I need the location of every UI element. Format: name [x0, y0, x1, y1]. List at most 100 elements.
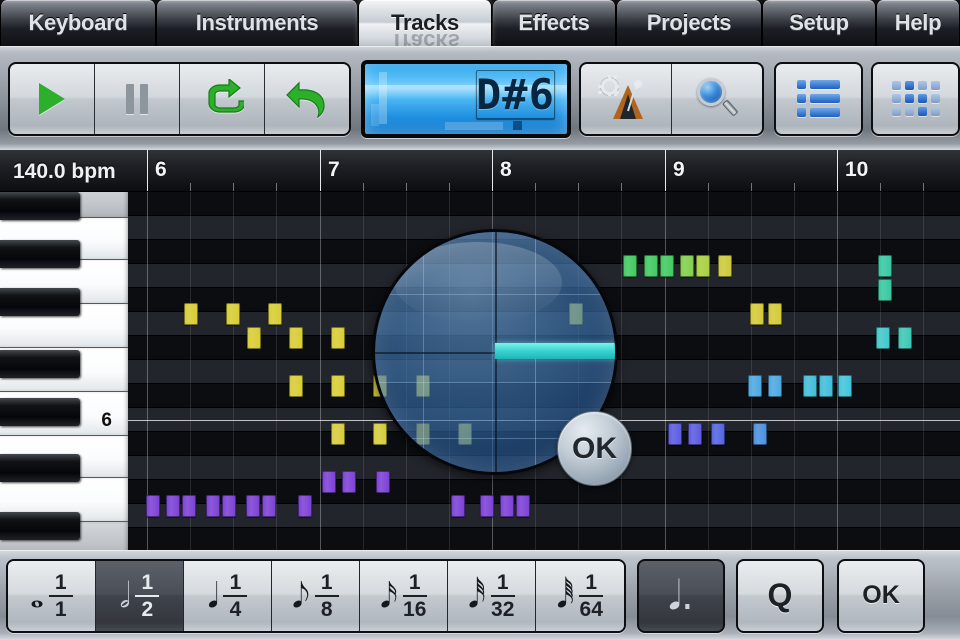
midi-note[interactable]	[660, 255, 674, 277]
midi-note[interactable]	[748, 375, 762, 397]
midi-note[interactable]	[246, 495, 260, 517]
tab-help[interactable]: Help	[876, 0, 960, 46]
midi-note[interactable]	[289, 327, 303, 349]
midi-note[interactable]	[451, 495, 465, 517]
bar-line	[837, 150, 838, 192]
tab-instruments[interactable]: Instruments	[156, 0, 358, 46]
midi-note[interactable]	[247, 327, 261, 349]
fraction-bar	[402, 594, 427, 597]
duration-1-8[interactable]: 𝅘𝅥𝅮 1 8	[272, 560, 360, 631]
tab-projects[interactable]: Projects	[616, 0, 762, 46]
grid-row[interactable]	[128, 216, 960, 240]
midi-note[interactable]	[262, 495, 276, 517]
new-note-preview[interactable]	[495, 343, 615, 359]
midi-note[interactable]	[876, 327, 890, 349]
grid-row[interactable]	[128, 192, 960, 216]
midi-note[interactable]	[342, 471, 356, 493]
duration-1-1[interactable]: 𝅝 1 1	[8, 560, 96, 631]
note-display[interactable]: D#6	[361, 59, 571, 138]
midi-note[interactable]	[750, 303, 764, 325]
bar-line	[492, 150, 493, 192]
midi-note[interactable]	[623, 255, 637, 277]
midi-note[interactable]	[718, 255, 732, 277]
quantize-button[interactable]: Q	[736, 558, 824, 633]
midi-note[interactable]	[753, 423, 767, 445]
tab-tracks[interactable]: Tracks Tracks	[358, 0, 492, 46]
midi-note[interactable]	[206, 495, 220, 517]
midi-note[interactable]	[516, 495, 530, 517]
midi-note[interactable]	[331, 327, 345, 349]
duration-1-64[interactable]: 𝅘𝅥𝅱 1 64	[536, 560, 624, 631]
tab-label: Tracks	[391, 10, 459, 35]
loop-button[interactable]	[179, 63, 265, 134]
duration-fraction: 14	[223, 572, 248, 621]
duration-fraction: 11	[48, 572, 73, 620]
midi-note[interactable]	[768, 375, 782, 397]
zoom-button[interactable]	[671, 63, 763, 134]
timeline-ruler[interactable]: 140.0 bpm 6 7 8 9 10	[0, 150, 960, 192]
midi-note[interactable]	[480, 495, 494, 517]
undo-button[interactable]	[264, 63, 350, 134]
midi-note[interactable]	[146, 495, 160, 517]
play-button[interactable]	[9, 63, 95, 134]
grid-vertical-line	[751, 192, 752, 550]
midi-note[interactable]	[680, 255, 694, 277]
midi-note[interactable]	[322, 471, 336, 493]
midi-note[interactable]	[182, 495, 196, 517]
duration-fraction: 1 16	[402, 572, 427, 620]
piano-black-key[interactable]	[0, 350, 80, 378]
midi-note[interactable]	[668, 423, 682, 445]
metronome-settings-button[interactable]	[580, 63, 672, 134]
midi-note[interactable]	[768, 303, 782, 325]
midi-note[interactable]	[819, 375, 833, 397]
midi-note[interactable]	[373, 423, 387, 445]
fraction-numerator: 1	[496, 570, 509, 594]
midi-note[interactable]	[644, 255, 658, 277]
piano-black-key[interactable]	[0, 192, 80, 220]
midi-note[interactable]	[500, 495, 514, 517]
midi-note[interactable]	[331, 423, 345, 445]
midi-note[interactable]	[838, 375, 852, 397]
midi-note[interactable]	[376, 471, 390, 493]
midi-note[interactable]	[878, 279, 892, 301]
tab-keyboard[interactable]: Keyboard	[0, 0, 156, 46]
pause-button[interactable]	[94, 63, 180, 134]
midi-note[interactable]	[688, 423, 702, 445]
grid-vertical-line	[880, 192, 881, 550]
grid-row[interactable]	[128, 528, 960, 550]
fraction-denominator: 4	[229, 597, 242, 621]
piano-black-key[interactable]	[0, 454, 80, 482]
midi-note[interactable]	[298, 495, 312, 517]
midi-note[interactable]	[222, 495, 236, 517]
midi-note[interactable]	[166, 495, 180, 517]
grid-vertical-line	[708, 192, 709, 550]
duration-1-16[interactable]: 𝅘𝅥𝅯 1 16	[360, 560, 448, 631]
midi-note[interactable]	[331, 375, 345, 397]
duration-1-2[interactable]: 𝅗𝅥 1 2	[96, 560, 184, 631]
fraction-bar	[48, 594, 73, 597]
duration-1-4[interactable]: 𝅘𝅥 1 4	[184, 560, 272, 631]
tab-setup[interactable]: Setup	[762, 0, 876, 46]
piano-black-key[interactable]	[0, 398, 80, 426]
list-view-button[interactable]	[776, 63, 862, 134]
midi-note[interactable]	[878, 255, 892, 277]
midi-note[interactable]	[898, 327, 912, 349]
piano-black-key[interactable]	[0, 288, 80, 316]
grid-view-button[interactable]	[873, 63, 958, 134]
midi-note[interactable]	[226, 303, 240, 325]
bar-number: 7	[328, 158, 340, 181]
piano-black-key[interactable]	[0, 512, 80, 540]
piano-black-key[interactable]	[0, 240, 80, 268]
midi-note[interactable]	[289, 375, 303, 397]
ok-button[interactable]: OK	[837, 558, 925, 633]
loupe-ok-button[interactable]: OK	[557, 411, 632, 486]
duration-1-32[interactable]: 𝅘𝅥𝅰 1 32	[448, 560, 536, 631]
midi-note[interactable]	[803, 375, 817, 397]
midi-note[interactable]	[711, 423, 725, 445]
midi-note[interactable]	[696, 255, 710, 277]
midi-note[interactable]	[184, 303, 198, 325]
tab-effects[interactable]: Effects	[492, 0, 616, 46]
midi-note[interactable]	[268, 303, 282, 325]
piano-keyboard[interactable]: 6	[0, 192, 128, 550]
dotted-note-button[interactable]: 𝅘𝅥.	[637, 558, 725, 633]
